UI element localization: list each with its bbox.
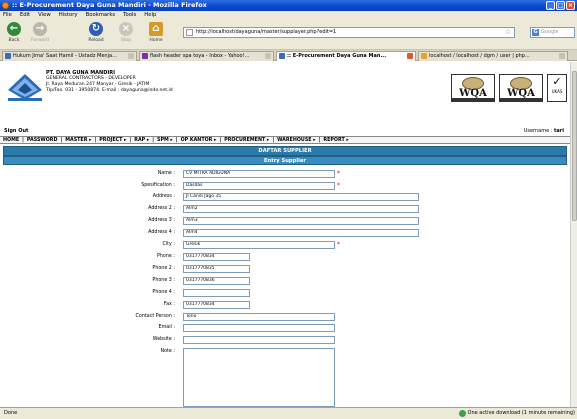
menu-edit[interactable]: Edit xyxy=(20,11,30,20)
website-label: Website : xyxy=(152,337,175,342)
phone-label: Phone : xyxy=(156,254,175,259)
tab-label: :: E-Procurement Daya Guna Man... xyxy=(287,53,387,59)
tab-item[interactable]: flash header spa toya - Inbox - Yahoo!..… xyxy=(139,51,274,61)
address3-field[interactable]: Alm3 xyxy=(183,217,419,225)
page-icon xyxy=(186,29,193,36)
search-placeholder: Google xyxy=(541,29,559,35)
scrollbar-thumb[interactable] xyxy=(572,71,577,221)
address4-label: Address 4 : xyxy=(148,230,175,235)
reload-button[interactable]: ↻ Reload xyxy=(84,22,108,43)
tab-close-icon[interactable] xyxy=(128,53,134,59)
tab-favicon-icon xyxy=(421,53,427,59)
tab-item[interactable]: Hukum Jima' Saat Hamil - Ustadz Menja... xyxy=(2,51,137,61)
status-text: Done xyxy=(4,410,18,416)
forward-button[interactable]: → Forward xyxy=(28,22,52,43)
address4-field[interactable]: Alm4 xyxy=(183,229,419,237)
contact-person-label: Contact Person : xyxy=(135,314,175,319)
firefox-icon xyxy=(2,2,9,9)
address3-label: Address 3 : xyxy=(148,218,175,223)
tab-close-icon[interactable] xyxy=(559,53,565,59)
back-label: Back xyxy=(8,38,20,43)
required-mark: * xyxy=(337,241,340,248)
menu-help[interactable]: Help xyxy=(144,11,156,20)
menu-history[interactable]: History xyxy=(59,11,78,20)
vertical-scrollbar[interactable] xyxy=(570,62,577,407)
tab-label: localhost / localhost / dgm / user | php… xyxy=(429,53,530,59)
bookmark-star-icon[interactable]: ☆ xyxy=(505,28,511,37)
fax-label: Fax : xyxy=(163,302,175,307)
phone-field[interactable]: 0317770834 xyxy=(183,253,250,261)
home-button[interactable]: ⌂ Home xyxy=(144,22,168,43)
contact-person-field[interactable]: Tono xyxy=(183,313,335,321)
note-label: Note : xyxy=(160,349,176,354)
fax-field[interactable]: 0317770834 xyxy=(183,301,250,309)
email-label: Email : xyxy=(158,325,175,330)
phone4-label: Phone 4 : xyxy=(152,290,175,295)
reload-label: Reload xyxy=(88,38,104,43)
tab-label: Hukum Jima' Saat Hamil - Ustadz Menja... xyxy=(13,53,117,59)
website-field[interactable] xyxy=(183,336,335,344)
tab-close-icon[interactable] xyxy=(265,53,271,59)
tab-favicon-icon xyxy=(142,53,148,59)
stop-button[interactable]: × Stop xyxy=(114,22,138,43)
address2-field[interactable]: Alm2 xyxy=(183,205,419,213)
back-button[interactable]: ← Back xyxy=(2,22,26,43)
window-title-bar: :: E-Procurement Daya Guna Mandiri - Moz… xyxy=(0,0,577,11)
city-label: City : xyxy=(162,242,175,247)
tab-item[interactable]: localhost / localhost / dgm / user | php… xyxy=(418,51,568,61)
phone3-field[interactable]: 0317770836 xyxy=(183,277,250,285)
window-title: :: E-Procurement Daya Guna Mandiri - Moz… xyxy=(12,1,207,9)
name-field[interactable]: CV MITRA ADIGUNA xyxy=(183,170,335,178)
tab-favicon-icon xyxy=(279,53,285,59)
download-status[interactable]: One active download (1 minute remaining) xyxy=(458,408,575,419)
phone2-field[interactable]: 0317770835 xyxy=(183,265,250,273)
address-label: Address : xyxy=(152,194,175,199)
required-mark: * xyxy=(337,170,340,177)
phone2-label: Phone 2 : xyxy=(152,266,175,271)
tab-strip: Hukum Jima' Saat Hamil - Ustadz Menja...… xyxy=(0,50,577,61)
forward-arrow-icon: → xyxy=(33,22,47,36)
home-label: Home xyxy=(149,38,163,43)
tab-close-icon[interactable] xyxy=(407,53,413,59)
url-text: http://localhost/dayaguna/master/supplay… xyxy=(196,29,337,35)
menu-bookmarks[interactable]: Bookmarks xyxy=(86,11,116,20)
navigation-toolbar: ← Back → Forward ↻ Reload × Stop ⌂ Home … xyxy=(0,20,577,50)
back-arrow-icon: ← xyxy=(7,22,21,36)
maximize-button[interactable]: □ xyxy=(556,1,565,10)
supplier-entry-form: Name : CV MITRA ADIGUNA * Spesification … xyxy=(0,62,570,407)
menu-view[interactable]: View xyxy=(38,11,51,20)
city-field[interactable]: Gresik xyxy=(183,241,335,249)
name-label: Name : xyxy=(157,171,175,176)
stop-label: Stop xyxy=(120,38,132,43)
home-icon: ⌂ xyxy=(149,22,163,36)
note-textarea[interactable] xyxy=(183,348,335,407)
page-content: PT. DAYA GUNA MANDIRI GENERAL CONTRACTOR… xyxy=(0,62,570,407)
tab-item-active[interactable]: :: E-Procurement Daya Guna Man... xyxy=(276,51,416,61)
menu-bar: File Edit View History Bookmarks Tools H… xyxy=(0,11,577,20)
phone4-field[interactable] xyxy=(183,289,250,297)
download-status-text: One active download (1 minute remaining) xyxy=(467,410,575,416)
minimize-button[interactable]: _ xyxy=(546,1,555,10)
tab-label: flash header spa toya - Inbox - Yahoo!..… xyxy=(150,53,250,59)
status-bar: Done One active download (1 minute remai… xyxy=(0,407,577,419)
url-bar[interactable]: http://localhost/dayaguna/master/supplay… xyxy=(183,27,515,38)
window-controls: _ □ × xyxy=(546,1,575,10)
address-field[interactable]: Jl Candi Jago 35 xyxy=(183,193,419,201)
required-mark: * xyxy=(337,182,340,189)
menu-tools[interactable]: Tools xyxy=(123,11,136,20)
address2-label: Address 2 : xyxy=(148,206,175,211)
google-icon[interactable]: G xyxy=(532,29,539,36)
download-icon xyxy=(458,410,466,417)
spesification-label: Spesification : xyxy=(141,183,175,188)
phone3-label: Phone 3 : xyxy=(152,278,175,283)
stop-icon: × xyxy=(119,22,133,36)
spesification-field[interactable]: Dasdas xyxy=(183,182,335,190)
menu-file[interactable]: File xyxy=(3,11,12,20)
email-field[interactable] xyxy=(183,324,335,332)
tab-favicon-icon xyxy=(5,53,11,59)
close-button[interactable]: × xyxy=(566,1,575,10)
reload-icon: ↻ xyxy=(89,22,103,36)
search-bar[interactable]: G Google xyxy=(530,27,575,38)
forward-label: Forward xyxy=(30,38,50,43)
